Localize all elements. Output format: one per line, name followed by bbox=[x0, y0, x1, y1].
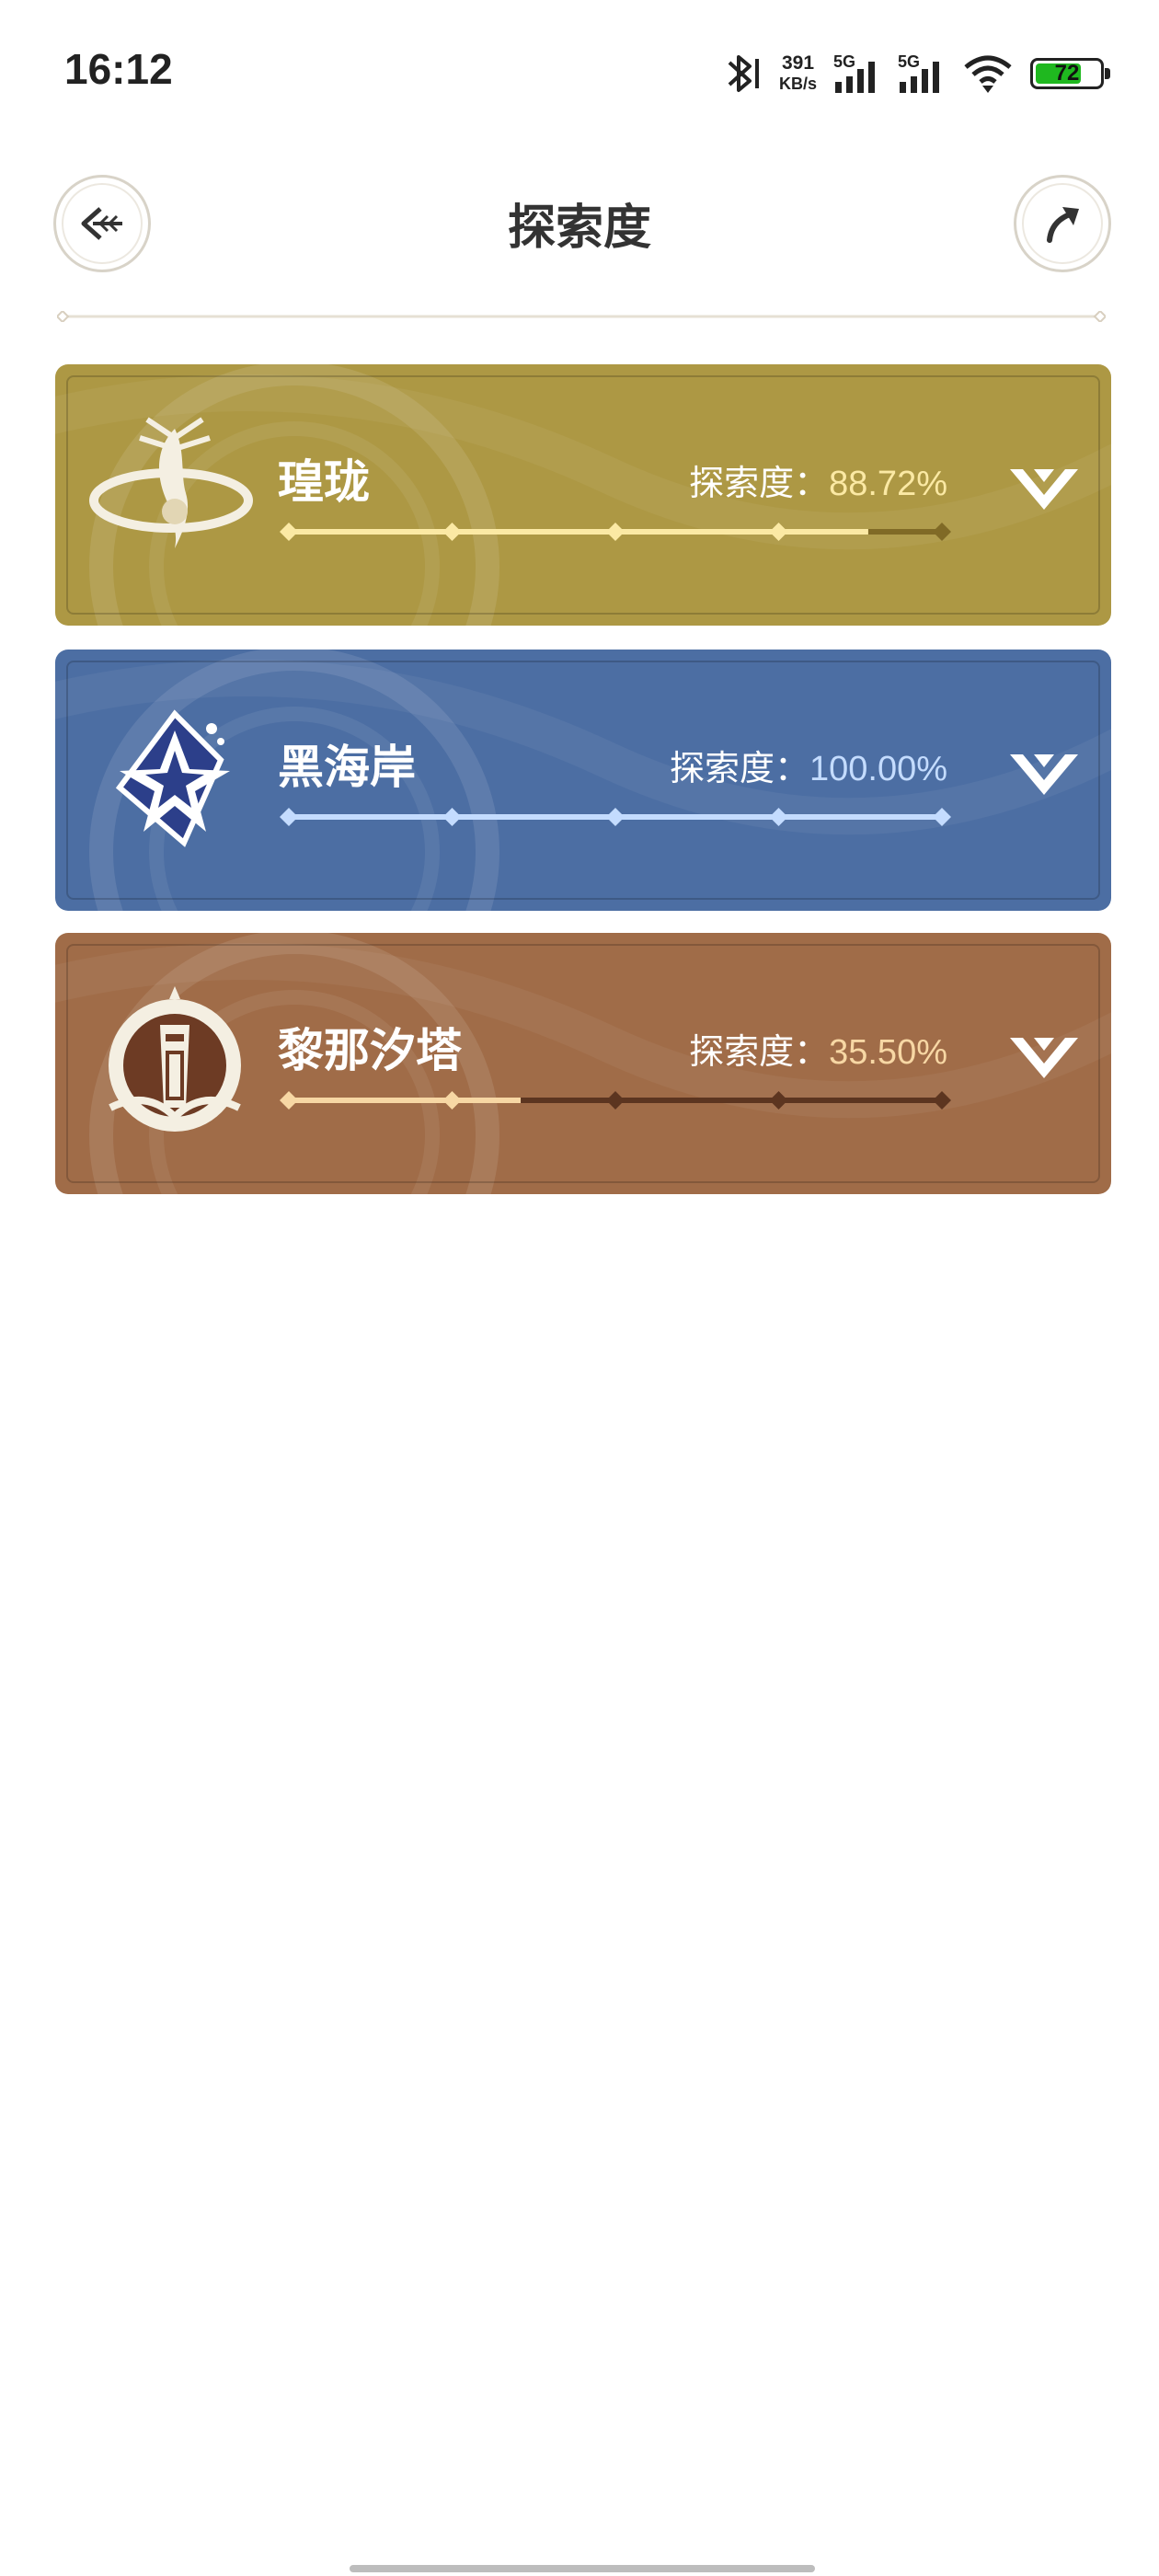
exploration-text: 探索度：88.72% bbox=[689, 454, 947, 505]
network-speed-unit: KB/s bbox=[778, 75, 817, 93]
progress-milestone-marker bbox=[933, 523, 951, 541]
region-emblem-icon bbox=[83, 970, 267, 1154]
progress-milestone-marker bbox=[933, 1091, 951, 1110]
chevron-down-icon[interactable] bbox=[1004, 749, 1084, 802]
share-button[interactable] bbox=[1014, 175, 1111, 272]
chevron-down-icon[interactable] bbox=[1004, 464, 1084, 517]
exploration-percent: 100.00% bbox=[809, 750, 947, 788]
region-emblem-icon bbox=[83, 401, 267, 585]
header-divider bbox=[57, 311, 1106, 322]
region-card[interactable]: 黎那汐塔 探索度：35.50% bbox=[55, 933, 1111, 1194]
exploration-progress-bar bbox=[280, 808, 951, 826]
exploration-label: 探索度： bbox=[689, 463, 830, 503]
battery-level: 72 bbox=[1054, 61, 1080, 86]
progress-milestone-marker bbox=[442, 808, 462, 826]
network-speed: 391 KB/s bbox=[779, 53, 817, 94]
progress-milestone-marker bbox=[442, 523, 462, 541]
exploration-label: 探索度： bbox=[669, 748, 809, 788]
exploration-progress-bar bbox=[280, 523, 951, 541]
region-name: 瑝珑 bbox=[278, 455, 370, 509]
region-emblem-icon bbox=[83, 686, 267, 870]
progress-milestone-marker bbox=[606, 808, 625, 826]
page-title: 探索度 bbox=[507, 201, 651, 256]
region-card[interactable]: 黑海岸 探索度：100.00% bbox=[55, 650, 1111, 911]
exploration-percent: 88.72% bbox=[829, 465, 947, 503]
signal-icon-sim2: 5G bbox=[898, 52, 946, 95]
home-indicator[interactable] bbox=[350, 2565, 815, 2572]
progress-milestone-marker bbox=[769, 808, 788, 826]
exploration-text: 探索度：100.00% bbox=[670, 740, 947, 790]
wifi-icon bbox=[964, 55, 1012, 93]
progress-milestone-marker bbox=[769, 523, 788, 541]
signal-icon-sim1: 5G bbox=[833, 52, 881, 95]
progress-milestone-marker bbox=[933, 808, 951, 826]
status-time: 16:12 bbox=[64, 45, 173, 93]
exploration-label: 探索度： bbox=[689, 1031, 830, 1072]
progress-milestone-marker bbox=[280, 808, 298, 826]
bluetooth-icon bbox=[728, 55, 759, 92]
progress-milestone-marker bbox=[769, 1091, 788, 1110]
exploration-percent: 35.50% bbox=[829, 1033, 947, 1072]
exploration-progress-bar bbox=[280, 1091, 951, 1110]
progress-milestone-marker bbox=[280, 1091, 298, 1110]
progress-milestone-marker bbox=[442, 1091, 462, 1110]
chevron-down-icon[interactable] bbox=[1004, 1032, 1084, 1086]
network-speed-value: 391 bbox=[781, 52, 815, 74]
region-name: 黎那汐塔 bbox=[278, 1024, 462, 1077]
region-name: 黑海岸 bbox=[278, 741, 416, 794]
exploration-text: 探索度：35.50% bbox=[689, 1023, 947, 1074]
progress-milestone-marker bbox=[280, 523, 298, 541]
share-arrow-icon bbox=[1047, 207, 1079, 243]
region-card[interactable]: 瑝珑 探索度：88.72% bbox=[55, 364, 1111, 626]
status-icons: 391 KB/s 5G 5G 72 bbox=[722, 46, 1110, 101]
progress-milestone-marker bbox=[606, 523, 625, 541]
progress-milestone-marker bbox=[606, 1091, 625, 1110]
status-bar: 16:12 391 KB/s 5G 5G 72 bbox=[0, 0, 1159, 138]
battery-icon: 72 bbox=[1030, 58, 1110, 89]
